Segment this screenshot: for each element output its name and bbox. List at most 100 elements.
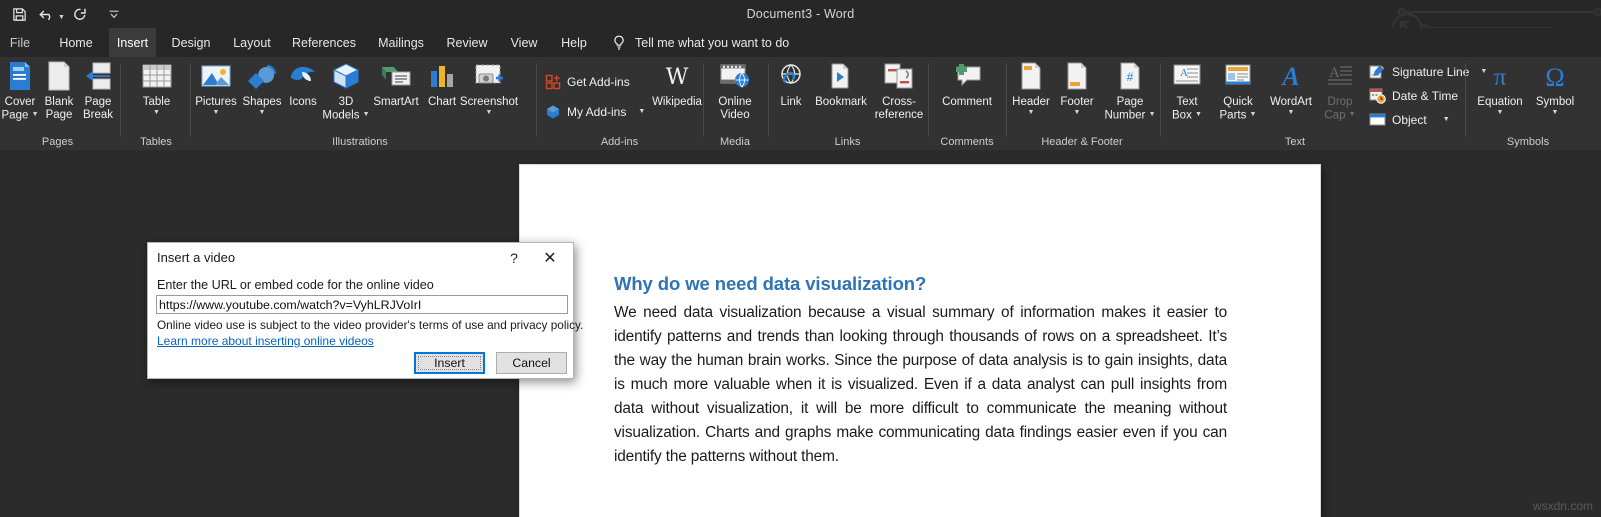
ribbon-button-label-2: Models ▼ — [322, 109, 369, 122]
chevron-down-icon[interactable]: ▼ — [1288, 109, 1295, 117]
online-video-icon — [720, 59, 750, 93]
tab-help[interactable]: Help — [554, 28, 594, 57]
ribbon-button-link[interactable]: Link — [770, 59, 812, 109]
shapes-icon — [247, 59, 277, 93]
ribbon-button-symbol[interactable]: Ω Symbol ▼ — [1528, 59, 1582, 117]
tab-references[interactable]: References — [286, 28, 362, 57]
ribbon-group-comments: Comment Comments — [930, 57, 1004, 150]
svg-text:A: A — [1280, 63, 1299, 89]
blank-page-icon — [47, 59, 71, 93]
video-url-input[interactable] — [156, 295, 568, 314]
learn-more-link[interactable]: Learn more about inserting online videos — [157, 334, 374, 348]
document-paragraph: We need data visualization because a vis… — [614, 301, 1227, 469]
svg-text:A: A — [1329, 65, 1340, 81]
undo-dropdown-caret-icon[interactable]: ▼ — [58, 14, 65, 21]
ribbon-button-chart[interactable]: Chart — [422, 59, 462, 109]
ribbon-button-label: Online — [718, 96, 751, 109]
ribbon-button-pictures[interactable]: Pictures ▼ — [192, 59, 240, 117]
ribbon-button-screenshot[interactable]: Screenshot ▼ — [460, 59, 518, 117]
ribbon-button-comment[interactable]: Comment — [934, 59, 1000, 109]
ribbon-button-label: Quick — [1223, 96, 1252, 109]
customize-quick-access-toolbar-icon[interactable] — [101, 1, 127, 27]
ribbon-button-equation[interactable]: π Equation ▼ — [1472, 59, 1528, 117]
ribbon-button-online-video[interactable]: Online Video — [709, 59, 761, 121]
ribbon-button-label: Footer — [1060, 96, 1093, 109]
help-icon[interactable]: ? — [503, 247, 525, 269]
ribbon-button-icons[interactable]: Icons — [284, 59, 322, 109]
chevron-down-icon[interactable]: ▼ — [638, 108, 645, 115]
ribbon-group-label-illustrations: Illustrations — [192, 136, 528, 148]
ribbon-button-get-add-ins[interactable]: Get Add-ins — [544, 73, 630, 90]
cancel-button[interactable]: Cancel — [496, 352, 567, 374]
chevron-down-icon[interactable]: ▼ — [213, 109, 220, 117]
text-box-icon: A — [1173, 59, 1201, 93]
tab-home[interactable]: Home — [52, 28, 100, 57]
screenshot-icon — [474, 59, 504, 93]
tab-layout[interactable]: Layout — [227, 28, 277, 57]
dialog-privacy-note: Online video use is subject to the video… — [157, 318, 571, 332]
ribbon-button-wikipedia[interactable]: W Wikipedia — [648, 59, 706, 109]
ribbon-button-label: Link — [780, 96, 801, 109]
ribbon-button-wordart[interactable]: A WordArt ▼ — [1265, 59, 1317, 117]
chevron-down-icon[interactable]: ▼ — [1497, 109, 1504, 117]
insert-button[interactable]: Insert — [414, 352, 485, 374]
tab-insert[interactable]: Insert — [109, 28, 156, 57]
quick-access-toolbar[interactable]: ▼ — [6, 0, 127, 28]
title-bar: ▼ Document3 - Word — [0, 0, 1601, 28]
ribbon-button-cross-reference[interactable]: Cross- reference — [870, 59, 928, 121]
ribbon-button-page-break[interactable]: Page Break — [78, 59, 118, 121]
ribbon-button-shapes[interactable]: Shapes ▼ — [240, 59, 284, 117]
chevron-down-icon[interactable]: ▼ — [486, 109, 493, 117]
chevron-down-icon[interactable]: ▼ — [1028, 109, 1035, 117]
ribbon-button-quick-parts[interactable]: Quick Parts ▼ — [1211, 59, 1265, 121]
ribbon-button-label: Text — [1176, 96, 1197, 109]
tell-me-search[interactable]: Tell me what you want to do — [612, 28, 789, 57]
chevron-down-icon[interactable]: ▼ — [1443, 116, 1450, 123]
close-icon[interactable]: ✕ — [533, 247, 567, 269]
ribbon-button-smartart[interactable]: SmartArt — [370, 59, 422, 109]
link-icon — [777, 59, 805, 93]
ribbon-button-text-box[interactable]: A Text Box ▼ — [1163, 59, 1211, 121]
tab-view[interactable]: View — [504, 28, 544, 57]
ribbon-button-header[interactable]: Header ▼ — [1008, 59, 1054, 117]
ribbon-button-label: Bookmark — [815, 96, 867, 109]
ribbon-button-label: 3D — [339, 96, 354, 109]
ribbon-button-label: Header — [1012, 96, 1050, 109]
my-add-ins-icon — [544, 103, 561, 120]
ribbon-button-cover-page[interactable]: Cover Page ▼ — [0, 59, 40, 121]
insert-video-dialog[interactable]: Insert a video ? ✕ Enter the URL or embe… — [147, 242, 574, 379]
ribbon-button-label-2: Break — [83, 109, 113, 122]
ribbon-group-media: Online Video Media — [705, 57, 765, 150]
ribbon-button-label: Equation — [1477, 96, 1522, 109]
ribbon-button-table[interactable]: Table ▼ — [134, 59, 179, 117]
tab-review[interactable]: Review — [440, 28, 494, 57]
equation-icon: π — [1485, 59, 1515, 93]
tab-design[interactable]: Design — [165, 28, 217, 57]
svg-text:W: W — [666, 65, 689, 89]
redo-icon[interactable] — [67, 1, 93, 27]
ribbon-button-3d-models[interactable]: 3D Models ▼ — [322, 59, 370, 121]
bookmark-icon — [828, 59, 854, 93]
ribbon-button-bookmark[interactable]: Bookmark — [812, 59, 870, 109]
ribbon-button-blank-page[interactable]: Blank Page — [40, 59, 78, 121]
ribbon-button-page-number[interactable]: # Page Number ▼ — [1100, 59, 1160, 121]
svg-text:A: A — [1180, 67, 1188, 79]
chevron-down-icon[interactable]: ▼ — [1074, 109, 1081, 117]
undo-icon[interactable] — [34, 1, 60, 27]
ribbon-button-object[interactable]: Object ▼ — [1369, 111, 1450, 128]
comment-icon — [952, 59, 982, 93]
ribbon-button-label: Object — [1392, 113, 1427, 127]
tab-mailings[interactable]: Mailings — [370, 28, 432, 57]
tab-file[interactable]: File — [4, 28, 36, 57]
chevron-down-icon[interactable]: ▼ — [1552, 109, 1559, 117]
svg-text:π: π — [1494, 64, 1507, 90]
chevron-down-icon[interactable]: ▼ — [259, 109, 266, 117]
header-icon — [1019, 59, 1043, 93]
ribbon-button-my-add-ins[interactable]: My Add-ins ▼ — [544, 103, 645, 120]
ribbon-button-date-time[interactable]: Date & Time — [1369, 87, 1458, 104]
chevron-down-icon[interactable]: ▼ — [153, 109, 160, 117]
ribbon-button-footer[interactable]: Footer ▼ — [1054, 59, 1100, 117]
document-page[interactable]: Why do we need data visualization? We ne… — [520, 165, 1320, 517]
save-icon[interactable] — [6, 1, 32, 27]
ribbon-button-label: Icons — [289, 96, 317, 109]
